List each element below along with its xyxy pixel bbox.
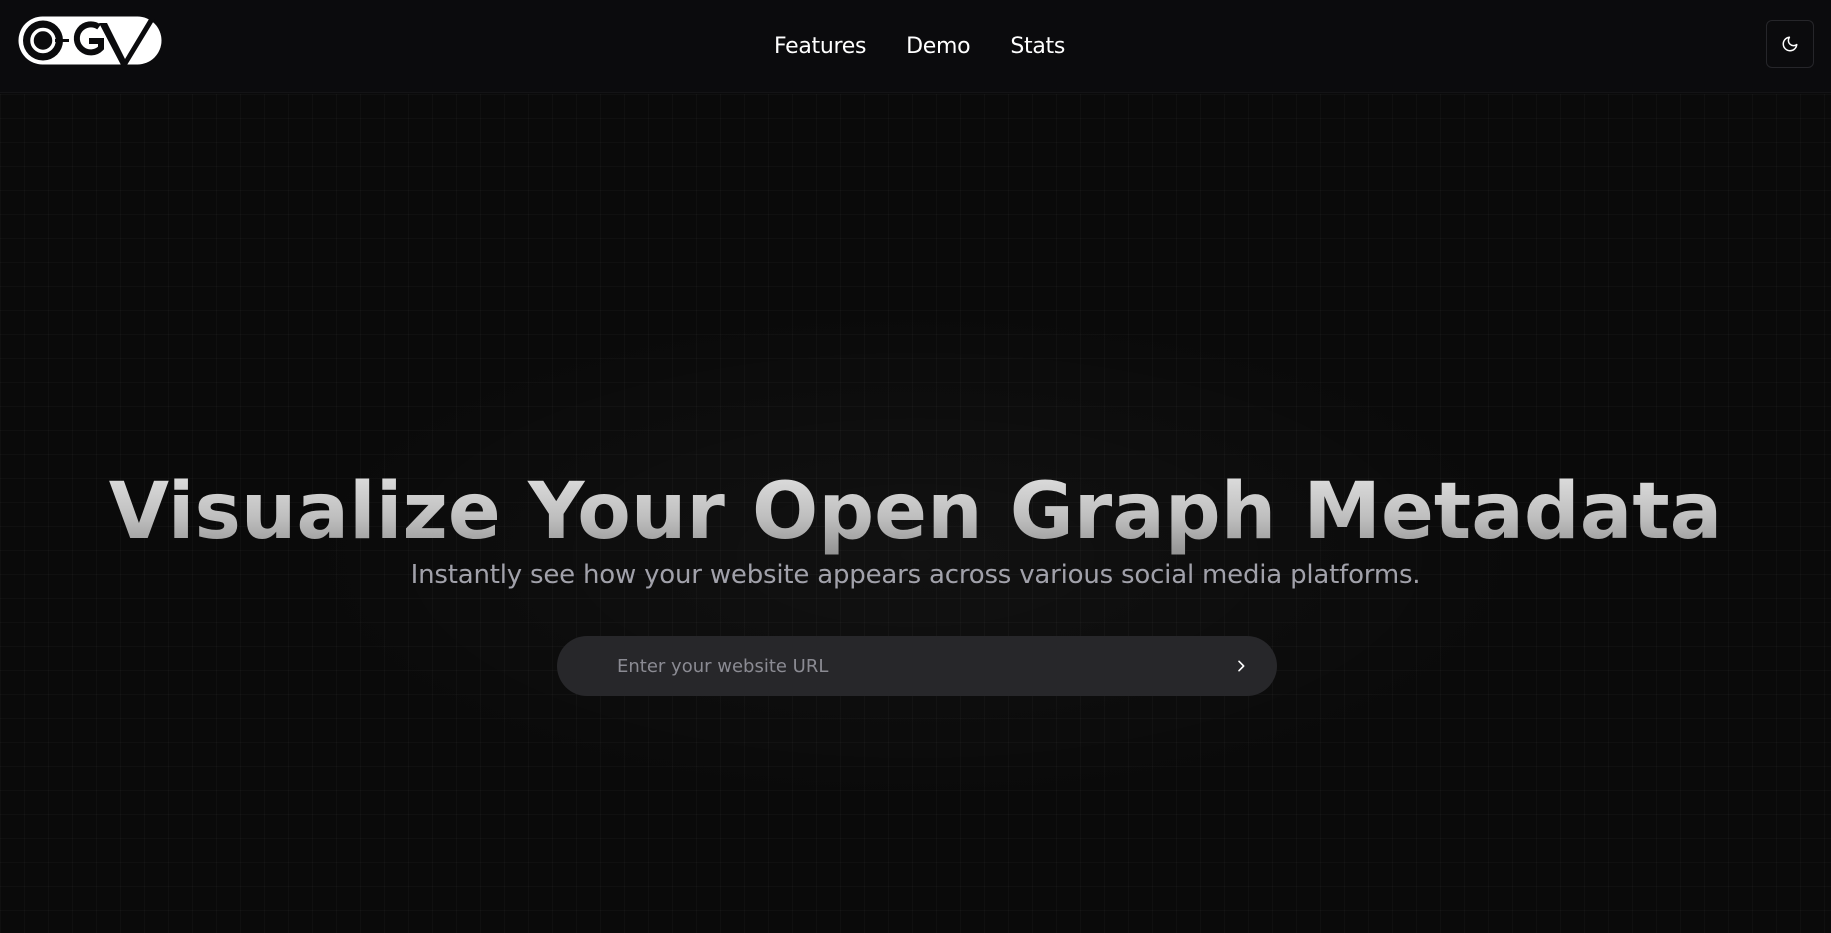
site-header: Features Demo Stats (0, 0, 1831, 93)
submit-url-button[interactable] (1225, 650, 1257, 682)
nav-demo-link[interactable]: Demo (906, 34, 970, 59)
hero-section: Visualize Your Open Graph Metadata Insta… (0, 94, 1831, 933)
chevron-right-icon (1238, 660, 1245, 672)
ogv-logo[interactable] (17, 15, 163, 66)
nav-stats-link[interactable]: Stats (1010, 34, 1065, 59)
theme-toggle-button[interactable] (1766, 20, 1814, 68)
hero-subtitle: Instantly see how your website appears a… (410, 560, 1421, 590)
url-form (557, 636, 1277, 696)
hero-title: Visualize Your Open Graph Metadata (0, 462, 1831, 562)
main-nav: Features Demo Stats (0, 0, 1831, 93)
nav-features-link[interactable]: Features (774, 34, 867, 59)
moon-icon (1782, 36, 1798, 52)
ogv-logo-mark (18, 16, 162, 65)
website-url-input[interactable] (617, 636, 1177, 696)
